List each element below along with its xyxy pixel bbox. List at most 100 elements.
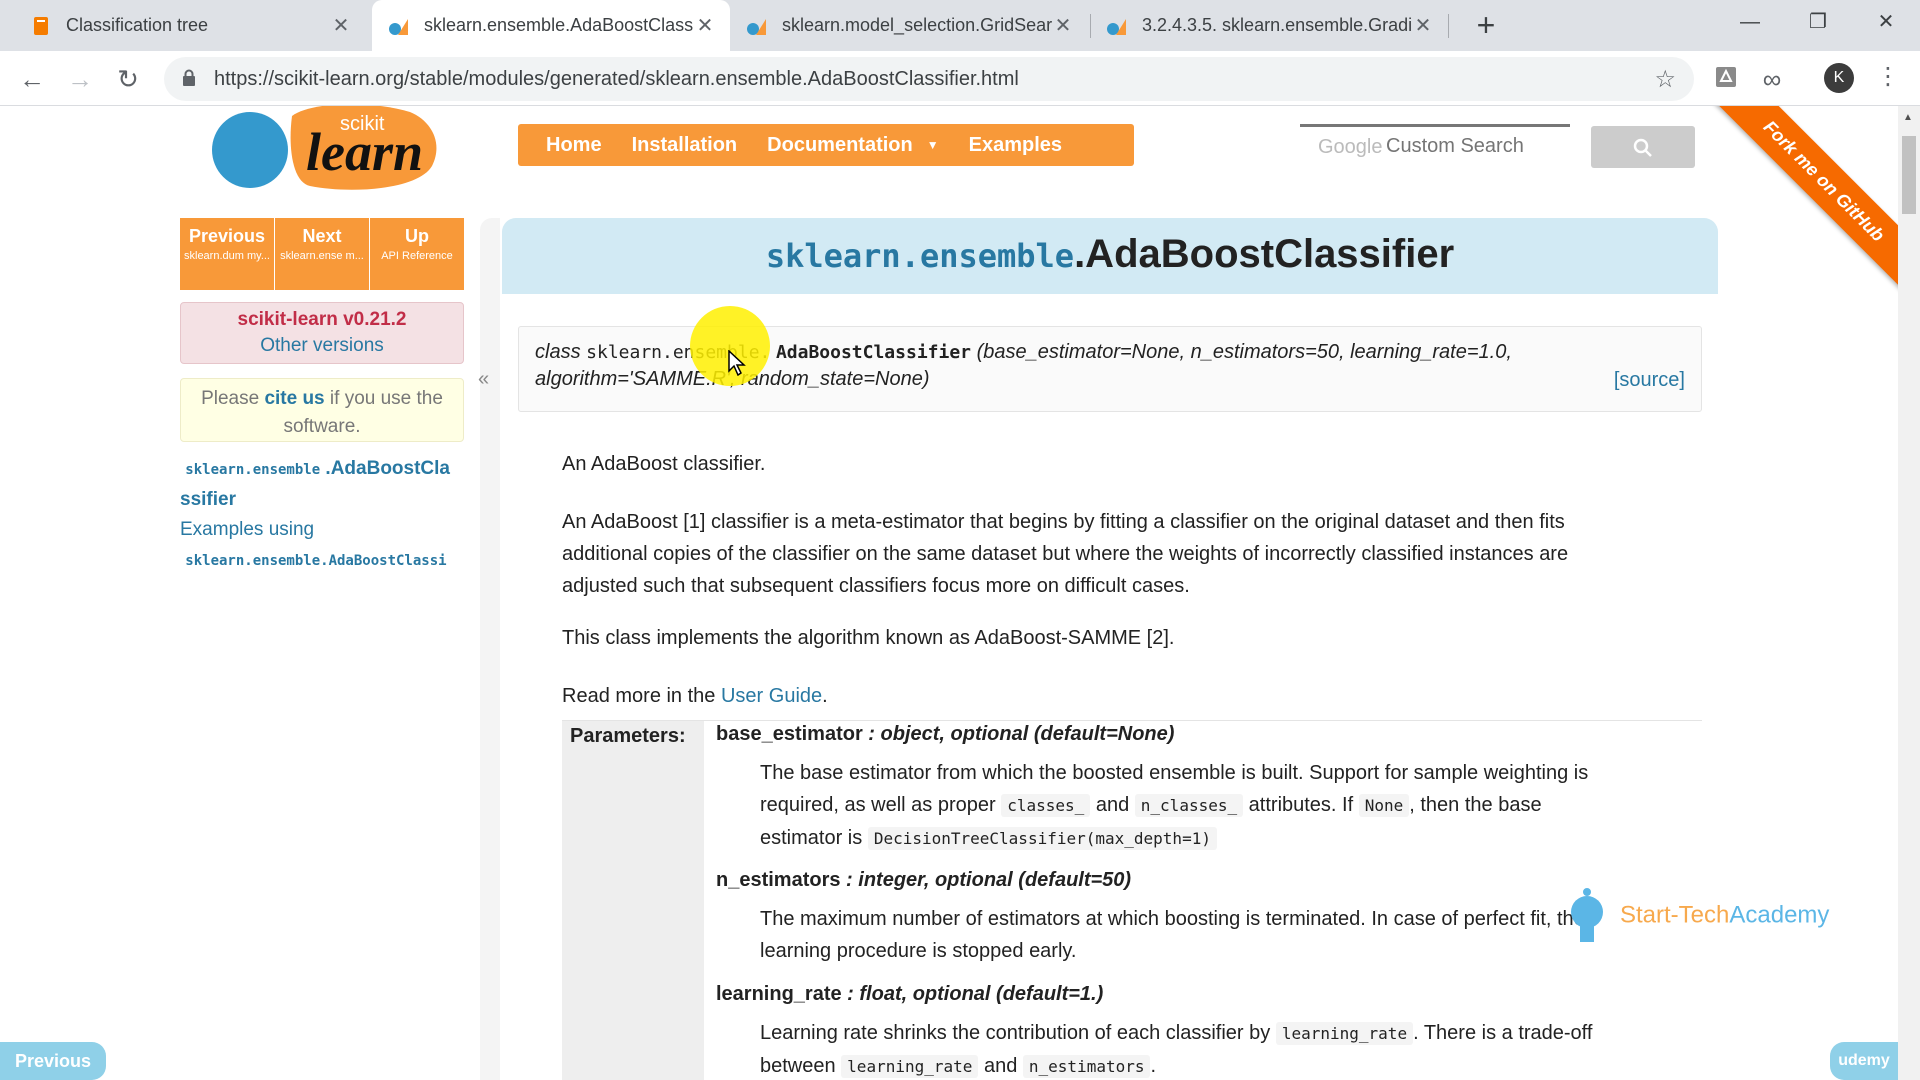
rel-label: Up bbox=[405, 226, 429, 246]
toc-class-a: .AdaBoostCla bbox=[325, 458, 450, 479]
toc-examples-mono: sklearn.ensemble.AdaBoostClassi bbox=[185, 553, 447, 569]
udemy-badge: udemy bbox=[1830, 1042, 1898, 1080]
address-bar[interactable]: https://scikit-learn.org/stable/modules/… bbox=[164, 57, 1694, 101]
tab-gradient[interactable]: 3.2.4.3.5. sklearn.ensemble.Gradi ✕ bbox=[1090, 0, 1448, 51]
infinity-extension-icon[interactable]: ∞ bbox=[1758, 65, 1786, 93]
search-icon bbox=[1633, 138, 1652, 157]
scikit-icon bbox=[747, 18, 766, 35]
other-versions-link[interactable]: Other versions bbox=[181, 335, 463, 357]
scikit-learn-logo[interactable]: scikit learn bbox=[210, 106, 450, 190]
version-box: scikit-learn v0.21.2 Other versions bbox=[180, 302, 464, 364]
mouse-pointer-icon bbox=[728, 350, 746, 376]
forward-arrow-icon[interactable]: → bbox=[60, 59, 100, 99]
parameters-label: Parameters: bbox=[562, 721, 704, 1080]
minimize-icon[interactable]: — bbox=[1716, 0, 1784, 44]
rel-up[interactable]: Up API Reference bbox=[370, 218, 464, 290]
desc-line: The base estimator from which the booste… bbox=[760, 762, 1589, 784]
title-class: .AdaBoostClassifier bbox=[1074, 232, 1455, 276]
param-description: Learning rate shrinks the contribution o… bbox=[760, 1017, 1680, 1080]
rel-label: Next bbox=[302, 226, 342, 246]
rel-previous[interactable]: Previous sklearn.dum my... bbox=[180, 218, 275, 290]
code-classes: classes_ bbox=[1001, 794, 1091, 817]
toc-module: sklearn.ensemble bbox=[185, 462, 321, 478]
read-more-pre: Read more in the bbox=[562, 685, 721, 707]
sidebar-toc: sklearn.ensemble .AdaBoostCla ssifier Ex… bbox=[180, 454, 480, 576]
rel-next[interactable]: Next sklearn.ense m... bbox=[275, 218, 370, 290]
read-more-post: . bbox=[822, 685, 828, 707]
browser-toolbar: ← → ↻ https://scikit-learn.org/stable/mo… bbox=[0, 51, 1920, 106]
scikit-icon bbox=[1107, 18, 1126, 35]
code-n-classes: n_classes_ bbox=[1134, 794, 1244, 817]
rel-label: Previous bbox=[188, 226, 266, 246]
tab-separator bbox=[1448, 14, 1449, 38]
google-brand-text: Google bbox=[1318, 136, 1383, 158]
bookmark-star-icon[interactable]: ☆ bbox=[1654, 65, 1676, 94]
source-link[interactable]: [source] bbox=[1614, 367, 1685, 394]
close-icon[interactable]: ✕ bbox=[330, 13, 352, 38]
page-scrollbar[interactable]: ▲ bbox=[1898, 106, 1920, 1080]
back-arrow-icon[interactable]: ← bbox=[12, 59, 52, 99]
watermark: Start-TechAcademy bbox=[1560, 886, 1829, 946]
toc-item-class[interactable]: sklearn.ensemble .AdaBoostCla bbox=[180, 454, 480, 485]
fork-ribbon[interactable]: Fork me on GitHub bbox=[1700, 106, 1898, 310]
param-type: : float, optional (default=1.) bbox=[841, 983, 1104, 1005]
cite-box: Please cite us if you use the software. bbox=[180, 378, 464, 442]
close-icon[interactable]: ✕ bbox=[1412, 13, 1434, 38]
user-guide-link[interactable]: User Guide bbox=[721, 685, 822, 707]
version-label: scikit-learn v0.21.2 bbox=[237, 309, 407, 330]
tab-gridsearch[interactable]: sklearn.model_selection.GridSear ✕ bbox=[730, 0, 1088, 51]
desc-line: required, as well as proper classes_ and… bbox=[760, 794, 1542, 817]
nav-examples[interactable]: Examples bbox=[969, 134, 1062, 157]
toc-class-b: ssifier bbox=[180, 489, 236, 510]
window-close-icon[interactable]: ✕ bbox=[1852, 0, 1920, 44]
scrollbar-thumb[interactable] bbox=[1902, 136, 1916, 214]
sidebar-divider bbox=[480, 218, 500, 1080]
desc-line: additional copies of the classifier on t… bbox=[562, 543, 1569, 565]
toc-item-examples-class[interactable]: sklearn.ensemble.AdaBoostClassi bbox=[180, 545, 480, 576]
chevron-down-icon[interactable]: ▼ bbox=[927, 138, 939, 152]
tab-title: Classification tree bbox=[66, 15, 209, 35]
nav-documentation[interactable]: Documentation bbox=[767, 134, 913, 157]
code-none: None bbox=[1358, 794, 1410, 817]
close-icon[interactable]: ✕ bbox=[1052, 13, 1074, 38]
profile-avatar[interactable]: K bbox=[1824, 63, 1854, 93]
parameters-table: Parameters: base_estimator : object, opt… bbox=[562, 720, 1702, 1080]
desc-line: The maximum number of estimators at whic… bbox=[760, 908, 1585, 930]
cite-us-link[interactable]: cite us bbox=[264, 388, 324, 409]
more-menu-icon[interactable]: ⋮ bbox=[1876, 62, 1900, 91]
desc-line: Learning rate shrinks the contribution o… bbox=[760, 1022, 1593, 1045]
title-module: sklearn.ensemble bbox=[765, 237, 1075, 275]
nav-home[interactable]: Home bbox=[546, 134, 602, 157]
rel-sub: sklearn.ense m... bbox=[280, 250, 364, 262]
sig-params-1: (base_estimator=None, n_estimators=50, l… bbox=[976, 341, 1512, 363]
collapse-sidebar-icon[interactable]: « bbox=[478, 368, 489, 391]
rel-sub: sklearn.dum my... bbox=[184, 250, 270, 262]
url-text[interactable]: https://scikit-learn.org/stable/modules/… bbox=[214, 68, 1019, 91]
reload-icon[interactable]: ↻ bbox=[108, 59, 148, 99]
samme-paragraph: This class implements the algorithm know… bbox=[562, 627, 1175, 649]
param-type: : object, optional (default=None) bbox=[862, 723, 1175, 745]
tab-title: sklearn.model_selection.GridSear bbox=[782, 15, 1052, 35]
search-button[interactable] bbox=[1591, 126, 1695, 168]
logo-big-text: learn bbox=[306, 122, 423, 182]
tab-adaboost[interactable]: sklearn.ensemble.AdaBoostClass ✕ bbox=[372, 0, 730, 51]
desc-line: between learning_rate and n_estimators. bbox=[760, 1055, 1157, 1078]
academy-mascot-icon bbox=[1571, 888, 1603, 942]
scikit-icon bbox=[389, 18, 408, 35]
page-viewport: scikit learn Home Installation Documenta… bbox=[0, 106, 1898, 1080]
toc-item-class-cont[interactable]: ssifier bbox=[180, 485, 480, 515]
new-tab-plus-icon[interactable]: + bbox=[1468, 8, 1504, 44]
restore-icon[interactable]: ❐ bbox=[1784, 0, 1852, 44]
search-box: Google bbox=[1300, 124, 1570, 168]
close-icon[interactable]: ✕ bbox=[694, 13, 716, 38]
tab-classification-tree[interactable]: Classification tree ✕ bbox=[0, 0, 366, 51]
book-icon bbox=[34, 16, 48, 35]
sig-name: AdaBoostClassifier bbox=[775, 342, 972, 363]
scroll-up-arrow-icon[interactable]: ▲ bbox=[1903, 112, 1913, 123]
previous-lecture-button[interactable]: Previous bbox=[0, 1042, 106, 1080]
toc-item-examples[interactable]: Examples using bbox=[180, 515, 480, 545]
fork-ribbon-text[interactable]: Fork me on GitHub bbox=[1700, 106, 1898, 309]
pdf-extension-icon[interactable] bbox=[1712, 65, 1740, 93]
nav-installation[interactable]: Installation bbox=[632, 134, 738, 157]
tab-title: 3.2.4.3.5. sklearn.ensemble.Gradi bbox=[1142, 15, 1412, 35]
